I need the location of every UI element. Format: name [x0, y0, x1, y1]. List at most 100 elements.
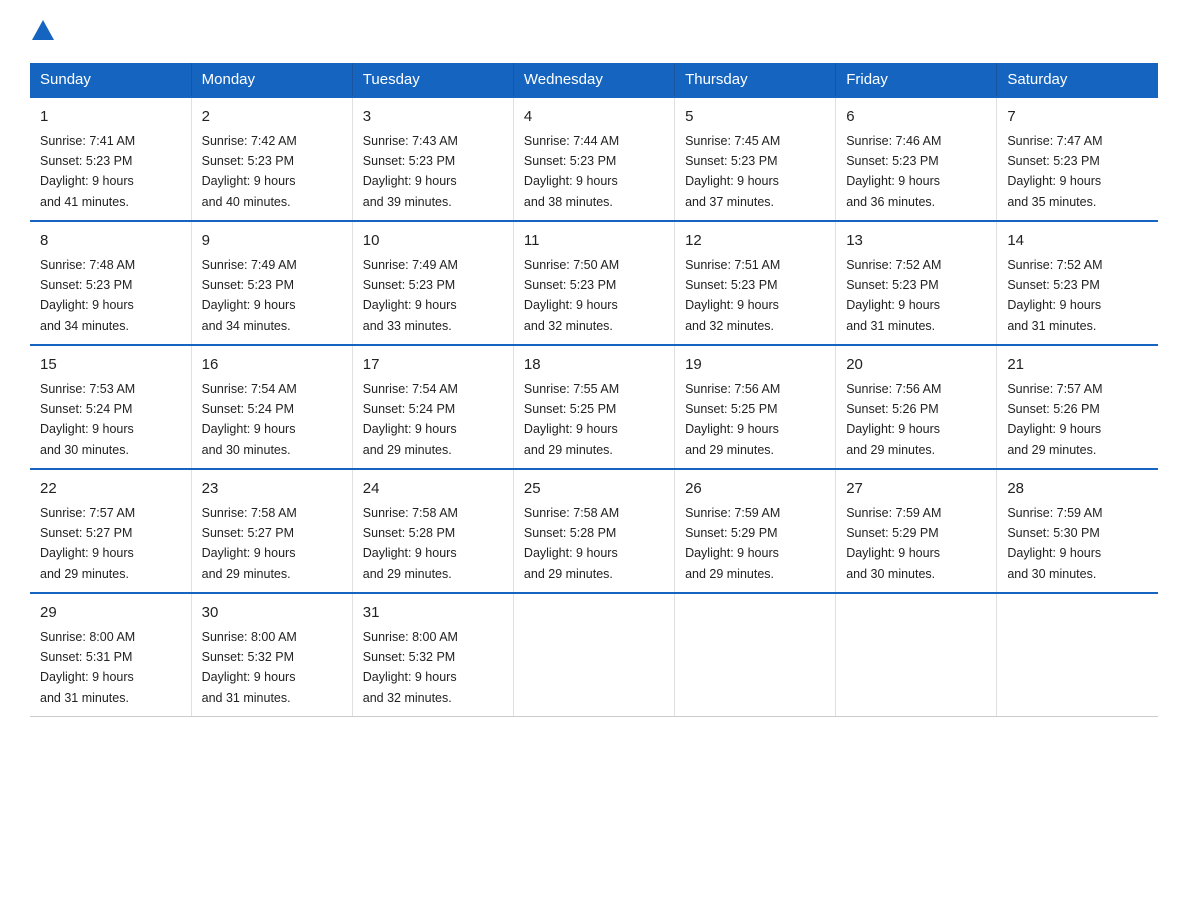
day-number: 20 [846, 354, 986, 377]
day-number: 26 [685, 478, 825, 501]
calendar-cell: 24 Sunrise: 7:58 AMSunset: 5:28 PMDaylig… [352, 469, 513, 593]
col-header-tuesday: Tuesday [352, 63, 513, 97]
day-info: Sunrise: 7:41 AMSunset: 5:23 PMDaylight:… [40, 134, 135, 209]
calendar-cell: 18 Sunrise: 7:55 AMSunset: 5:25 PMDaylig… [513, 345, 674, 469]
day-info: Sunrise: 7:53 AMSunset: 5:24 PMDaylight:… [40, 382, 135, 457]
calendar-cell: 9 Sunrise: 7:49 AMSunset: 5:23 PMDayligh… [191, 221, 352, 345]
calendar-cell: 4 Sunrise: 7:44 AMSunset: 5:23 PMDayligh… [513, 97, 674, 221]
day-number: 15 [40, 354, 181, 377]
col-header-thursday: Thursday [675, 63, 836, 97]
calendar-cell: 28 Sunrise: 7:59 AMSunset: 5:30 PMDaylig… [997, 469, 1158, 593]
day-info: Sunrise: 8:00 AMSunset: 5:32 PMDaylight:… [202, 630, 297, 705]
day-info: Sunrise: 7:56 AMSunset: 5:26 PMDaylight:… [846, 382, 941, 457]
day-number: 19 [685, 354, 825, 377]
calendar-cell: 26 Sunrise: 7:59 AMSunset: 5:29 PMDaylig… [675, 469, 836, 593]
page-header [30, 20, 1158, 43]
day-number: 18 [524, 354, 664, 377]
day-number: 29 [40, 602, 181, 625]
day-info: Sunrise: 7:58 AMSunset: 5:28 PMDaylight:… [524, 506, 619, 581]
day-info: Sunrise: 7:44 AMSunset: 5:23 PMDaylight:… [524, 134, 619, 209]
day-number: 2 [202, 106, 342, 129]
day-number: 11 [524, 230, 664, 253]
col-header-wednesday: Wednesday [513, 63, 674, 97]
calendar-cell: 20 Sunrise: 7:56 AMSunset: 5:26 PMDaylig… [836, 345, 997, 469]
day-number: 17 [363, 354, 503, 377]
day-number: 25 [524, 478, 664, 501]
calendar-cell: 15 Sunrise: 7:53 AMSunset: 5:24 PMDaylig… [30, 345, 191, 469]
day-number: 16 [202, 354, 342, 377]
calendar-week-1: 1 Sunrise: 7:41 AMSunset: 5:23 PMDayligh… [30, 97, 1158, 221]
calendar-cell: 17 Sunrise: 7:54 AMSunset: 5:24 PMDaylig… [352, 345, 513, 469]
day-number: 1 [40, 106, 181, 129]
day-info: Sunrise: 8:00 AMSunset: 5:32 PMDaylight:… [363, 630, 458, 705]
day-info: Sunrise: 7:54 AMSunset: 5:24 PMDaylight:… [202, 382, 297, 457]
day-number: 27 [846, 478, 986, 501]
day-info: Sunrise: 7:48 AMSunset: 5:23 PMDaylight:… [40, 258, 135, 333]
day-info: Sunrise: 7:52 AMSunset: 5:23 PMDaylight:… [846, 258, 941, 333]
calendar-cell: 1 Sunrise: 7:41 AMSunset: 5:23 PMDayligh… [30, 97, 191, 221]
day-info: Sunrise: 7:59 AMSunset: 5:29 PMDaylight:… [685, 506, 780, 581]
calendar-cell: 29 Sunrise: 8:00 AMSunset: 5:31 PMDaylig… [30, 593, 191, 717]
calendar-cell: 27 Sunrise: 7:59 AMSunset: 5:29 PMDaylig… [836, 469, 997, 593]
calendar-cell: 7 Sunrise: 7:47 AMSunset: 5:23 PMDayligh… [997, 97, 1158, 221]
day-info: Sunrise: 7:59 AMSunset: 5:30 PMDaylight:… [1007, 506, 1102, 581]
calendar-cell: 14 Sunrise: 7:52 AMSunset: 5:23 PMDaylig… [997, 221, 1158, 345]
day-number: 5 [685, 106, 825, 129]
calendar-cell [513, 593, 674, 717]
day-info: Sunrise: 7:51 AMSunset: 5:23 PMDaylight:… [685, 258, 780, 333]
day-info: Sunrise: 7:50 AMSunset: 5:23 PMDaylight:… [524, 258, 619, 333]
day-number: 31 [363, 602, 503, 625]
calendar-cell: 8 Sunrise: 7:48 AMSunset: 5:23 PMDayligh… [30, 221, 191, 345]
day-info: Sunrise: 7:42 AMSunset: 5:23 PMDaylight:… [202, 134, 297, 209]
day-number: 12 [685, 230, 825, 253]
day-number: 22 [40, 478, 181, 501]
calendar-cell: 25 Sunrise: 7:58 AMSunset: 5:28 PMDaylig… [513, 469, 674, 593]
calendar-week-3: 15 Sunrise: 7:53 AMSunset: 5:24 PMDaylig… [30, 345, 1158, 469]
day-number: 28 [1007, 478, 1148, 501]
calendar-week-4: 22 Sunrise: 7:57 AMSunset: 5:27 PMDaylig… [30, 469, 1158, 593]
calendar-cell: 30 Sunrise: 8:00 AMSunset: 5:32 PMDaylig… [191, 593, 352, 717]
col-header-friday: Friday [836, 63, 997, 97]
day-info: Sunrise: 7:58 AMSunset: 5:28 PMDaylight:… [363, 506, 458, 581]
col-header-saturday: Saturday [997, 63, 1158, 97]
day-number: 24 [363, 478, 503, 501]
calendar-cell [836, 593, 997, 717]
day-info: Sunrise: 7:43 AMSunset: 5:23 PMDaylight:… [363, 134, 458, 209]
calendar-cell: 22 Sunrise: 7:57 AMSunset: 5:27 PMDaylig… [30, 469, 191, 593]
day-number: 14 [1007, 230, 1148, 253]
day-info: Sunrise: 7:45 AMSunset: 5:23 PMDaylight:… [685, 134, 780, 209]
day-number: 3 [363, 106, 503, 129]
day-info: Sunrise: 7:49 AMSunset: 5:23 PMDaylight:… [202, 258, 297, 333]
day-number: 6 [846, 106, 986, 129]
calendar-cell: 5 Sunrise: 7:45 AMSunset: 5:23 PMDayligh… [675, 97, 836, 221]
calendar-cell [675, 593, 836, 717]
day-info: Sunrise: 7:54 AMSunset: 5:24 PMDaylight:… [363, 382, 458, 457]
col-header-monday: Monday [191, 63, 352, 97]
day-info: Sunrise: 7:57 AMSunset: 5:26 PMDaylight:… [1007, 382, 1102, 457]
day-info: Sunrise: 7:52 AMSunset: 5:23 PMDaylight:… [1007, 258, 1102, 333]
calendar-cell: 19 Sunrise: 7:56 AMSunset: 5:25 PMDaylig… [675, 345, 836, 469]
calendar-cell: 21 Sunrise: 7:57 AMSunset: 5:26 PMDaylig… [997, 345, 1158, 469]
calendar-cell: 12 Sunrise: 7:51 AMSunset: 5:23 PMDaylig… [675, 221, 836, 345]
day-number: 30 [202, 602, 342, 625]
day-info: Sunrise: 7:59 AMSunset: 5:29 PMDaylight:… [846, 506, 941, 581]
day-info: Sunrise: 7:49 AMSunset: 5:23 PMDaylight:… [363, 258, 458, 333]
calendar-cell: 6 Sunrise: 7:46 AMSunset: 5:23 PMDayligh… [836, 97, 997, 221]
logo [30, 20, 54, 43]
day-number: 23 [202, 478, 342, 501]
calendar-cell: 2 Sunrise: 7:42 AMSunset: 5:23 PMDayligh… [191, 97, 352, 221]
calendar-cell: 10 Sunrise: 7:49 AMSunset: 5:23 PMDaylig… [352, 221, 513, 345]
calendar-cell: 11 Sunrise: 7:50 AMSunset: 5:23 PMDaylig… [513, 221, 674, 345]
col-header-sunday: Sunday [30, 63, 191, 97]
day-info: Sunrise: 7:55 AMSunset: 5:25 PMDaylight:… [524, 382, 619, 457]
calendar-cell: 31 Sunrise: 8:00 AMSunset: 5:32 PMDaylig… [352, 593, 513, 717]
calendar-cell: 13 Sunrise: 7:52 AMSunset: 5:23 PMDaylig… [836, 221, 997, 345]
day-info: Sunrise: 7:46 AMSunset: 5:23 PMDaylight:… [846, 134, 941, 209]
logo-triangle-icon [32, 20, 54, 45]
calendar-cell [997, 593, 1158, 717]
calendar-cell: 16 Sunrise: 7:54 AMSunset: 5:24 PMDaylig… [191, 345, 352, 469]
calendar-body: 1 Sunrise: 7:41 AMSunset: 5:23 PMDayligh… [30, 97, 1158, 717]
day-number: 4 [524, 106, 664, 129]
day-info: Sunrise: 7:58 AMSunset: 5:27 PMDaylight:… [202, 506, 297, 581]
day-number: 21 [1007, 354, 1148, 377]
